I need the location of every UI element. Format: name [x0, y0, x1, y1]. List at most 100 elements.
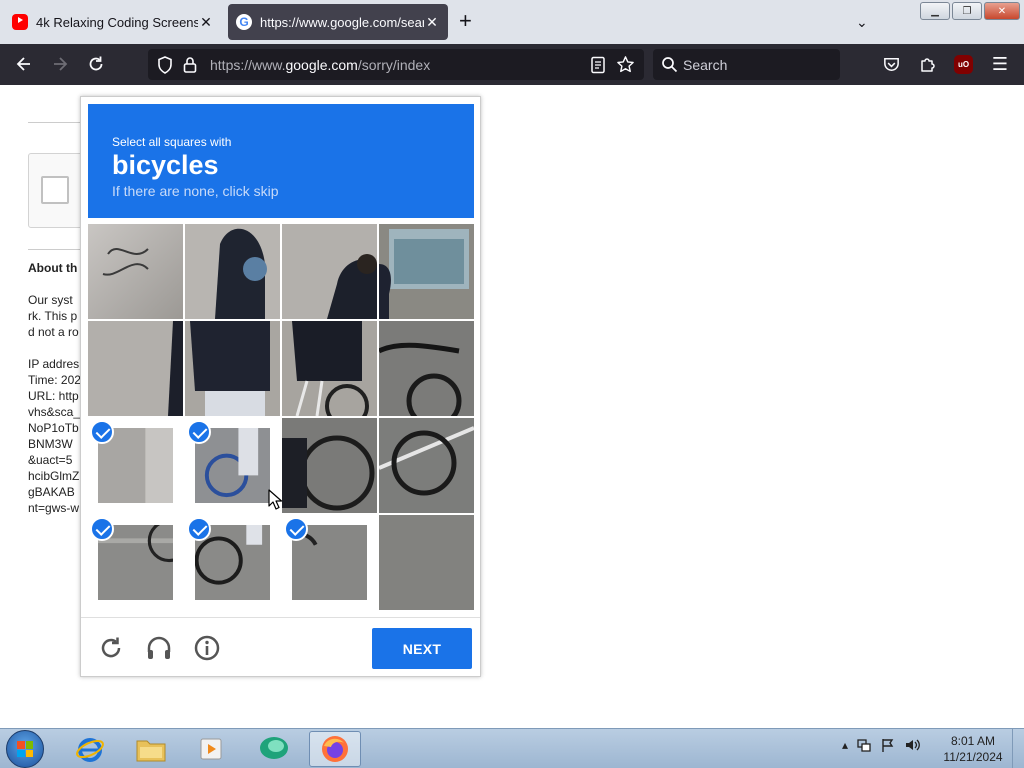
- window-controls: ▁ ❐ ✕: [920, 2, 1020, 20]
- address-bar[interactable]: https://www.google.com/sorry/index: [148, 49, 644, 80]
- reader-view-icon[interactable]: [590, 56, 606, 74]
- image-tile[interactable]: [185, 321, 280, 416]
- lock-icon[interactable]: [182, 55, 198, 75]
- reload-icon[interactable]: [86, 54, 106, 74]
- checkmark-icon: [90, 517, 114, 541]
- image-tile[interactable]: [88, 321, 183, 416]
- shield-icon[interactable]: [156, 55, 174, 75]
- youtube-icon: [12, 14, 28, 30]
- divider: [28, 122, 88, 123]
- close-icon[interactable]: ✕: [424, 14, 440, 31]
- url-line: hcibGlmZ: [28, 469, 80, 483]
- windows-logo-icon: [17, 741, 33, 757]
- image-tile[interactable]: [185, 224, 280, 319]
- url-line: URL: http: [28, 389, 79, 403]
- url-line: &uact=5: [28, 453, 73, 467]
- image-tile[interactable]: [379, 418, 474, 513]
- divider: [28, 249, 88, 250]
- next-button[interactable]: NEXT: [372, 628, 472, 669]
- pocket-icon[interactable]: [882, 55, 901, 74]
- tab-youtube[interactable]: 4k Relaxing Coding Screensaver ✕: [4, 4, 222, 40]
- url-scheme: https://www.: [210, 57, 286, 73]
- url-line: BNM3W: [28, 437, 73, 451]
- back-arrow-icon[interactable]: [14, 54, 34, 74]
- url-path: /sorry/index: [357, 57, 431, 73]
- browser-tab-bar: 4k Relaxing Coding Screensaver ✕ G https…: [0, 0, 1024, 44]
- challenge-footer: NEXT: [81, 617, 480, 677]
- search-placeholder: Search: [683, 57, 728, 73]
- url-text: https://www.google.com/sorry/index: [210, 57, 430, 73]
- new-tab-button[interactable]: +: [459, 10, 472, 32]
- windows-taskbar: ▴ 8:01 AM 11/21/2024: [0, 728, 1024, 768]
- clock-time: 8:01 AM: [950, 734, 996, 748]
- image-tile[interactable]: [379, 321, 474, 416]
- url-line: NoP1oTb: [28, 421, 79, 435]
- action-center-flag-icon[interactable]: [880, 737, 896, 753]
- taskbar-firefox[interactable]: [309, 731, 361, 767]
- file-explorer-icon: [136, 740, 166, 762]
- show-hidden-icons-icon[interactable]: ▴: [842, 738, 848, 752]
- tab-title: https://www.google.com/search: [260, 14, 424, 30]
- extensions-puzzle-icon[interactable]: [918, 54, 938, 74]
- ip-address-line: IP addres: [28, 357, 80, 371]
- url-line: nt=gws-w: [28, 501, 80, 515]
- chevron-down-icon[interactable]: ⌄: [856, 14, 868, 31]
- taskbar-file-explorer[interactable]: [125, 731, 177, 767]
- start-button[interactable]: [6, 730, 44, 768]
- recaptcha-challenge: Select all squares with bicycles If ther…: [80, 96, 481, 677]
- media-player-icon: [200, 738, 222, 760]
- url-line: gBAKAB: [28, 485, 75, 499]
- internet-explorer-icon: [76, 738, 104, 762]
- tab-google[interactable]: G https://www.google.com/search ✕: [228, 4, 448, 40]
- minimize-icon[interactable]: ▁: [920, 2, 950, 20]
- taskbar-internet-explorer[interactable]: [64, 731, 116, 767]
- image-tile-selected[interactable]: [185, 418, 280, 513]
- bookmark-star-icon[interactable]: [616, 55, 635, 74]
- forward-arrow-icon[interactable]: [50, 54, 70, 74]
- image-tile[interactable]: [282, 321, 377, 416]
- info-icon[interactable]: [193, 634, 221, 662]
- image-tile[interactable]: [88, 224, 183, 319]
- image-tile-selected[interactable]: [185, 515, 280, 610]
- paragraph-line: d not a ro: [28, 325, 79, 339]
- taskbar-chat-app[interactable]: [248, 731, 300, 767]
- url-host: google.com: [285, 57, 358, 73]
- url-line: vhs&sca_: [28, 405, 81, 419]
- checkmark-icon: [90, 420, 114, 444]
- chat-app-icon: [260, 737, 288, 759]
- taskbar-media-player[interactable]: [186, 731, 238, 767]
- close-icon[interactable]: ✕: [198, 14, 214, 31]
- checkmark-icon: [187, 420, 211, 444]
- clock-date: 11/21/2024: [943, 750, 1003, 764]
- audio-challenge-headphones-icon[interactable]: [145, 634, 173, 662]
- paragraph-line: rk. This p: [28, 309, 78, 323]
- image-tile[interactable]: [282, 224, 377, 319]
- reload-challenge-icon[interactable]: [97, 634, 125, 662]
- image-tile-selected[interactable]: [88, 515, 183, 610]
- restore-icon[interactable]: ❐: [952, 2, 982, 20]
- image-tile[interactable]: [379, 224, 474, 319]
- volume-icon[interactable]: [904, 737, 922, 753]
- image-tile-selected[interactable]: [282, 515, 377, 610]
- challenge-instruction: Select all squares with: [112, 135, 232, 149]
- system-clock[interactable]: 8:01 AM 11/21/2024: [930, 733, 1016, 765]
- system-tray: ▴: [842, 737, 922, 753]
- hamburger-menu-icon[interactable]: ☰: [990, 54, 1010, 74]
- image-tile-selected[interactable]: [88, 418, 183, 513]
- image-tile[interactable]: [282, 418, 377, 513]
- about-heading: About th: [28, 261, 78, 275]
- mouse-cursor-icon: [268, 489, 282, 510]
- checkmark-icon: [284, 517, 308, 541]
- ublock-origin-icon[interactable]: uO: [954, 55, 973, 74]
- search-icon: [662, 57, 678, 73]
- search-bar[interactable]: Search: [653, 49, 840, 80]
- recaptcha-checkbox-card: [28, 153, 88, 228]
- checkmark-icon: [187, 517, 211, 541]
- time-line: Time: 202: [28, 373, 81, 387]
- recaptcha-checkbox[interactable]: [41, 176, 69, 204]
- image-tile[interactable]: [379, 515, 474, 610]
- network-icon[interactable]: [856, 737, 872, 753]
- close-window-icon[interactable]: ✕: [984, 2, 1020, 20]
- image-grid: [88, 224, 474, 610]
- show-desktop-button[interactable]: [1012, 729, 1024, 768]
